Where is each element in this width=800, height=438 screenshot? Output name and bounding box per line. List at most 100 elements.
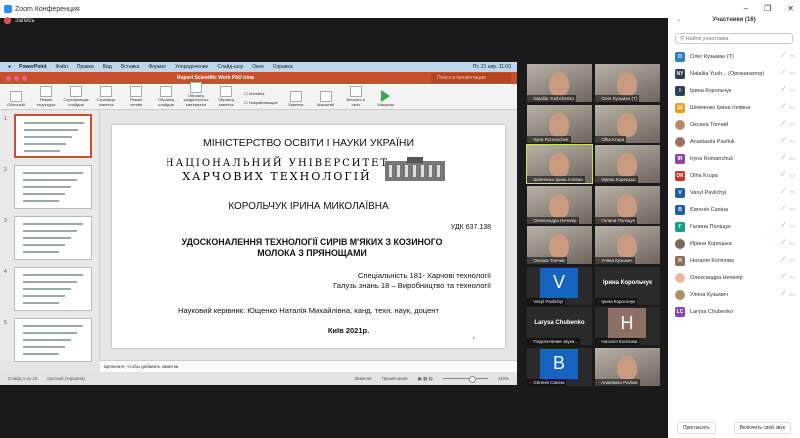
mac-menu-item[interactable]: Справка	[273, 64, 293, 70]
ribbon-button[interactable]: Образец слайдов	[154, 86, 178, 107]
language[interactable]: русский (Украина)	[47, 376, 85, 381]
video-tile[interactable]: Larysa Chubenko Подключение звука...	[527, 307, 592, 345]
participant-row[interactable]: I Ірина Корольчук ⟋ ▭	[675, 82, 797, 99]
restore-button[interactable]: ❐	[764, 4, 771, 13]
video-tile[interactable]: Галина Поліщук	[595, 185, 660, 224]
video-tile[interactable]: Уляна Кузьмич	[595, 226, 660, 264]
checkbox[interactable]: ☐ Направляющие	[244, 100, 278, 105]
video-tile[interactable]: VVasyl Pavlichyi	[527, 266, 592, 305]
ribbon-button[interactable]: Обычный	[4, 90, 28, 107]
video-tile[interactable]: Nataliia Yushchenko	[527, 64, 592, 102]
mac-menu-item[interactable]: Упорядочение	[175, 64, 208, 70]
muted-mic-icon[interactable]: ⟋	[781, 274, 785, 281]
ribbon-button[interactable]: Заметки	[284, 90, 308, 107]
camera-icon[interactable]: ▭	[789, 291, 795, 298]
camera-icon[interactable]: ▭	[789, 206, 795, 213]
participant-row[interactable]: Уляна Кузьмич ⟋ ▭	[675, 286, 797, 303]
muted-mic-icon[interactable]: ⟋	[781, 53, 785, 60]
video-tile[interactable]: Olha Krupa	[595, 104, 660, 143]
muted-mic-icon[interactable]: ⟋	[781, 206, 785, 213]
participant-row[interactable]: NY Nataliia Yush... (Организатор) ⟋ ▭	[675, 65, 797, 82]
camera-icon[interactable]: ▭	[789, 240, 795, 247]
muted-mic-icon[interactable]: ⟋	[781, 87, 785, 94]
mac-menu-item[interactable]: Вставка	[121, 64, 140, 70]
muted-mic-icon[interactable]: ⟋	[781, 104, 785, 111]
camera-icon[interactable]: ▭	[789, 138, 795, 145]
video-tile[interactable]: Ирина Корецька	[595, 145, 660, 183]
slide-thumbnail[interactable]	[14, 114, 92, 158]
video-tile[interactable]: Олег Кузьман (T)	[595, 64, 660, 102]
muted-mic-icon[interactable]: ⟋	[781, 70, 785, 77]
checkbox[interactable]: ☐ Линейка	[244, 91, 278, 96]
video-tile[interactable]: BЄвгенія Сапіна	[527, 347, 592, 386]
camera-icon[interactable]: ▭	[789, 274, 795, 281]
participant-row[interactable]: Anastasiia Pavliuk ⟋ ▭	[675, 133, 797, 150]
video-tile[interactable]: Anastasiia Pavliuk	[595, 347, 660, 386]
camera-icon[interactable]: ▭	[789, 53, 795, 60]
video-tile[interactable]: Шевченко Ірина Іллівна	[526, 144, 593, 184]
notes-button[interactable]: Заметки	[354, 376, 371, 381]
ribbon-button[interactable]: Режим чтения	[124, 86, 148, 107]
slide-thumbnail[interactable]	[14, 216, 92, 260]
notes-field[interactable]: Щелкните, чтобы добавить заметки	[100, 360, 517, 372]
mac-menu-item[interactable]: Вид	[103, 64, 112, 70]
ribbon-button[interactable]: Образец заметок	[214, 86, 238, 107]
participant-row[interactable]: Олександра Нечипір ⟋ ▭	[675, 269, 797, 286]
close-button[interactable]: ✕	[787, 4, 794, 13]
ribbon-button[interactable]: Образец раздаточного материала	[184, 81, 208, 107]
zoom-slider[interactable]	[442, 376, 488, 383]
comments-button[interactable]: Примечания	[382, 376, 408, 381]
ribbon-button[interactable]: Вписать в окно	[344, 86, 368, 107]
ribbon-button[interactable]: Сортировщик слайдов	[63, 86, 89, 107]
muted-mic-icon[interactable]: ⟋	[781, 257, 785, 264]
search-presentation-input[interactable]: Поиск в презентации	[431, 73, 511, 83]
slide-thumbnail[interactable]	[14, 165, 92, 209]
mac-menu-item[interactable]: Файл	[56, 64, 68, 70]
slide-thumbnail[interactable]	[14, 318, 92, 362]
camera-icon[interactable]: ▭	[789, 172, 795, 179]
video-tile[interactable]: Iryna Romanchuk	[527, 104, 592, 143]
participant-row[interactable]: Н Наталія Коліпова ⟋ ▭	[675, 252, 797, 269]
camera-icon[interactable]: ▭	[789, 155, 795, 162]
camera-icon[interactable]: ▭	[789, 223, 795, 230]
participant-row[interactable]: OK Olha Krupa ⟋ ▭	[675, 167, 797, 184]
participant-row[interactable]: В Євгенія Сапіна ⟋ ▭	[675, 201, 797, 218]
recording-indicator[interactable]: Запись	[4, 13, 35, 24]
slide-thumbnail[interactable]	[14, 267, 92, 311]
video-tile[interactable]: Олександра Нечипір	[527, 185, 592, 224]
mac-menu-item[interactable]: Формат	[148, 64, 166, 70]
participant-row[interactable]: Оксана Топчий ⟋ ▭	[675, 116, 797, 133]
window-controls[interactable]	[6, 75, 27, 81]
mac-menu-item[interactable]: Окно	[252, 64, 264, 70]
participant-row[interactable]: IR Iryna Romanchuk ⟋ ▭	[675, 150, 797, 167]
camera-icon[interactable]: ▭	[789, 189, 795, 196]
view-normal-icon[interactable]: ▣ ▦ ▤	[418, 376, 433, 382]
camera-icon[interactable]: ▭	[789, 87, 795, 94]
mac-menu-item[interactable]: Правка	[77, 64, 94, 70]
ribbon-button[interactable]: Режим структуры	[34, 86, 58, 107]
muted-mic-icon[interactable]: ⟋	[781, 155, 785, 162]
participant-row[interactable]: Г Галина Поліщук ⟋ ▭	[675, 218, 797, 235]
video-tile[interactable]: Оксана Топчий	[527, 226, 592, 264]
muted-mic-icon[interactable]: ⟋	[781, 189, 785, 196]
participant-row[interactable]: O Олег Кузьман (T) ⟋ ▭	[675, 48, 797, 65]
participant-row[interactable]: LC Larysa Chubenko	[675, 303, 797, 320]
ribbon-button[interactable]: Масштаб	[314, 90, 338, 107]
video-tile[interactable]: HНаталія Коліпова	[595, 307, 660, 345]
camera-icon[interactable]: ▭	[789, 257, 795, 264]
invite-button[interactable]: Пригласить	[676, 422, 716, 434]
muted-mic-icon[interactable]: ⟋	[781, 240, 785, 247]
muted-mic-icon[interactable]: ⟋	[781, 172, 785, 179]
participant-search-input[interactable]: ⚲ Найти участника	[675, 33, 793, 44]
participant-row[interactable]: Ш Шевченко Ірина Іллівна ⟋ ▭	[675, 99, 797, 116]
participant-row[interactable]: V Vasyl Pavlichyi ⟋ ▭	[675, 184, 797, 201]
camera-icon[interactable]: ▭	[789, 121, 795, 128]
ribbon-button[interactable]: Страницы заметок	[94, 86, 118, 107]
unmute-button[interactable]: Включить свой звук	[733, 422, 792, 434]
muted-mic-icon[interactable]: ⟋	[781, 121, 785, 128]
muted-mic-icon[interactable]: ⟋	[781, 223, 785, 230]
video-tile[interactable]: Ірина Корольчук Ірина Корольчук	[595, 266, 660, 305]
mac-menu-item[interactable]: PowerPoint	[19, 64, 47, 70]
mac-menu-item[interactable]: Слайд-шоу	[217, 64, 243, 70]
participant-row[interactable]: Ирина Корецька ⟋ ▭	[675, 235, 797, 252]
